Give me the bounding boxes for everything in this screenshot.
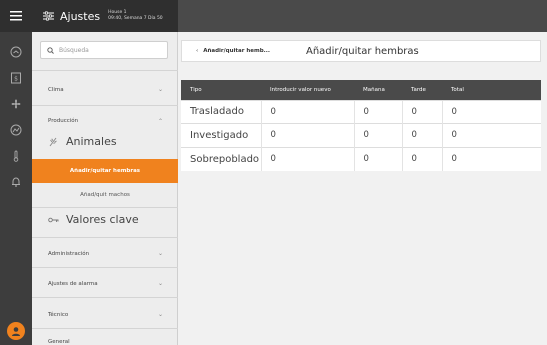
morning-value: 0 — [353, 99, 402, 124]
afternoon-value: 0 — [401, 123, 442, 147]
time-info: 09:40, Semana 7 Día 50 — [108, 16, 163, 21]
total-value: 0 — [441, 99, 541, 124]
menu-icon[interactable] — [0, 0, 32, 32]
house-info: House 1 09:40, Semana 7 Día 50 — [108, 10, 163, 22]
wheat-icon — [48, 136, 59, 147]
page-title: Añadir/quitar hembras — [306, 45, 419, 57]
search-box[interactable] — [40, 41, 168, 59]
new-value-input[interactable]: 0 — [260, 99, 354, 124]
fan-icon[interactable] — [0, 93, 32, 115]
sidebar: Clima ⌄ Producción ⌃ Animales Añadir/qui… — [32, 32, 178, 345]
sidebar-item-general[interactable]: General — [48, 339, 70, 345]
left-rail: $ — [0, 0, 32, 345]
breadcrumb-label: Añadir/quitar hemb... — [203, 48, 270, 54]
sidebar-item-clima[interactable]: Clima — [48, 87, 64, 93]
sidebar-item-add-males[interactable]: Añad/quit machos — [32, 183, 178, 207]
animals-table: Tipo Introducir valor nuevo Mañana Tarde… — [181, 80, 541, 171]
key-icon — [48, 216, 59, 224]
search-icon — [47, 46, 54, 54]
animales-label: Animales — [66, 135, 117, 148]
divider — [32, 267, 178, 268]
money-icon[interactable]: $ — [0, 67, 32, 89]
chart-icon[interactable] — [0, 119, 32, 141]
col-manana: Mañana — [354, 80, 402, 100]
sidebar-item-add-females[interactable]: Añadir/quitar hembras — [32, 159, 178, 183]
settings-sliders-icon — [43, 11, 54, 21]
divider — [32, 237, 178, 238]
afternoon-value: 0 — [401, 99, 442, 124]
sidebar-item-tecnico[interactable]: Técnico — [48, 312, 68, 318]
divider — [32, 70, 178, 71]
divider — [32, 105, 178, 106]
table-row: Sobrepoblado 0 0 0 0 — [181, 146, 541, 171]
breadcrumb-bar: ‹ Añadir/quitar hemb... Añadir/quitar hem… — [181, 40, 541, 62]
valores-clave-label: Valores clave — [66, 213, 139, 226]
top-bar: Ajustes House 1 09:40, Semana 7 Día 50 — [32, 0, 547, 32]
sidebar-item-alarma[interactable]: Ajustes de alarma — [48, 281, 98, 287]
sidebar-item-animales[interactable]: Animales — [48, 135, 117, 148]
table-row: Trasladado 0 0 0 0 — [181, 99, 541, 124]
row-type: Investigado — [181, 123, 261, 147]
morning-value: 0 — [353, 146, 402, 171]
col-nuevo-valor: Introducir valor nuevo — [261, 80, 354, 100]
sidebar-item-produccion[interactable]: Producción — [48, 118, 78, 124]
total-value: 0 — [441, 146, 541, 171]
total-value: 0 — [441, 123, 541, 147]
chevron-down-icon: ⌄ — [157, 250, 163, 257]
bell-icon[interactable] — [0, 171, 32, 193]
sidebar-item-valores-clave[interactable]: Valores clave — [48, 213, 139, 226]
divider — [32, 297, 178, 298]
divider — [32, 328, 178, 329]
col-tipo: Tipo — [181, 80, 261, 100]
thermometer-icon[interactable] — [0, 145, 32, 167]
svg-text:$: $ — [14, 76, 18, 83]
row-type: Trasladado — [181, 99, 261, 124]
afternoon-value: 0 — [401, 146, 442, 171]
chevron-up-icon: ⌃ — [157, 118, 163, 125]
divider — [32, 207, 178, 208]
table-header-row: Tipo Introducir valor nuevo Mañana Tarde… — [181, 80, 541, 100]
chevron-down-icon: ⌄ — [157, 311, 163, 318]
col-tarde: Tarde — [402, 80, 442, 100]
morning-value: 0 — [353, 123, 402, 147]
chevron-down-icon: ⌄ — [157, 280, 163, 287]
table-row: Investigado 0 0 0 0 — [181, 123, 541, 147]
breadcrumb[interactable]: ‹ Añadir/quitar hemb... — [196, 48, 306, 54]
chevron-down-icon: ⌄ — [157, 86, 163, 93]
row-type: Sobrepoblado — [181, 146, 261, 171]
back-chevron-icon: ‹ — [196, 48, 199, 54]
sidebar-item-administracion[interactable]: Administración — [48, 251, 89, 257]
app-title: Ajustes — [60, 9, 101, 23]
gauge-icon[interactable] — [0, 41, 32, 63]
new-value-input[interactable]: 0 — [260, 123, 354, 147]
user-avatar[interactable] — [7, 322, 25, 340]
col-total: Total — [442, 80, 541, 100]
new-value-input[interactable]: 0 — [260, 146, 354, 171]
search-input[interactable] — [59, 46, 159, 54]
app-header: Ajustes House 1 09:40, Semana 7 Día 50 — [32, 0, 178, 32]
